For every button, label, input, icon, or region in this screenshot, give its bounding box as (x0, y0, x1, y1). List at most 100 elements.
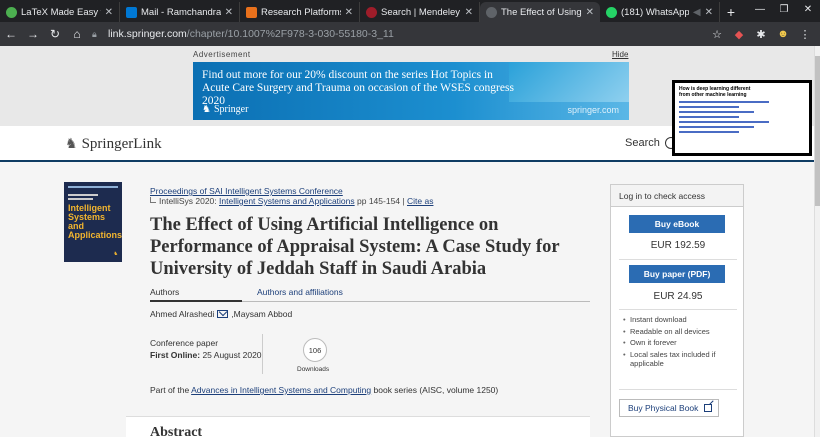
springer-favicon-icon (486, 6, 497, 18)
audio-tab-icon[interactable]: ◀ (693, 7, 701, 18)
browser-tab-springer[interactable]: The Effect of Using Artific ✕ (480, 2, 600, 22)
proceedings-link[interactable]: Proceedings of SAI Intelligent Systems C… (150, 186, 343, 196)
browser-tab-overleaf[interactable]: LaTeX Made Easy with Ove ✕ (0, 2, 120, 22)
tab-title: (181) WhatsApp (621, 6, 689, 18)
whatsapp-favicon-icon (606, 6, 617, 18)
picture-in-picture-preview[interactable]: How is deep learning different from othe… (672, 80, 812, 156)
restore-icon[interactable]: ❐ (772, 0, 796, 18)
scrollbar-thumb[interactable] (815, 56, 820, 206)
tab-authors[interactable]: Authors (150, 287, 179, 297)
buy-ebook-button[interactable]: Buy eBook (629, 215, 725, 233)
close-tab-icon[interactable]: ✕ (586, 7, 594, 18)
window-controls: — ❐ ✕ (748, 0, 820, 18)
hide-ad-link[interactable]: Hide (612, 50, 628, 59)
close-tab-icon[interactable]: ✕ (345, 7, 353, 18)
downloads-label: Downloads (297, 366, 330, 373)
close-tab-icon[interactable]: ✕ (225, 7, 233, 18)
metrics-divider (262, 334, 263, 374)
browser-tab-mendeley[interactable]: Search | Mendeley ✕ (360, 2, 480, 22)
email-envelope-icon[interactable] (217, 310, 229, 318)
ad-banner[interactable]: Find out more for our 20% discount on th… (193, 62, 629, 120)
divider (619, 309, 737, 310)
buy-paper-button[interactable]: Buy paper (PDF) (629, 265, 725, 283)
tab-title: Mail - Ramchandra Mangrv (141, 6, 221, 18)
benefit-item: Readable on all devices (623, 327, 741, 337)
url-path: /chapter/10.1007%2F978-3-030-55180-3_11 (186, 28, 394, 40)
pip-line (679, 116, 739, 118)
mendeley-favicon-icon (366, 6, 377, 18)
outlook-favicon-icon (126, 6, 137, 18)
browser-window: LaTeX Made Easy with Ove ✕ Mail - Ramcha… (0, 0, 820, 437)
abstract-heading: Abstract (150, 425, 203, 437)
pip-title: How is deep learning different from othe… (679, 86, 751, 98)
menu-kebab-icon[interactable]: ⋮ (794, 25, 816, 43)
external-link-icon (704, 404, 713, 412)
profile-icon[interactable]: ☻ (772, 25, 794, 43)
forward-arrow-icon[interactable]: → (22, 23, 44, 45)
cite-as-link[interactable]: Cite as (407, 196, 433, 206)
browser-tab-whatsapp[interactable]: (181) WhatsApp ◀ ✕ (600, 2, 720, 22)
puzzle-extensions-icon[interactable]: ✱ (750, 25, 772, 43)
tab-title: Research Platforms | Scopus (261, 6, 341, 18)
close-window-icon[interactable]: ✕ (796, 0, 820, 18)
author-list: Ahmed Alrashedi , Maysam Abbod (150, 309, 292, 319)
ad-brand-name: Springer (213, 104, 249, 115)
series-suffix: book series (AISC, volume 1250) (373, 385, 499, 395)
close-tab-icon[interactable]: ✕ (705, 7, 713, 18)
page-range: pp 145-154 | (357, 196, 405, 206)
browser-tab-mail[interactable]: Mail - Ramchandra Mangrv ✕ (120, 2, 240, 22)
tab-title: LaTeX Made Easy with Ove (21, 6, 101, 18)
divider (619, 259, 737, 260)
book-series-info: Part of the Advances in Intelligent Syst… (150, 385, 498, 395)
page-scrollbar[interactable] (814, 46, 820, 437)
first-online-date: 25 August 2020 (202, 350, 262, 360)
springer-horse-icon: ♞ (202, 104, 211, 115)
page-title: The Effect of Using Artificial Intellige… (150, 215, 560, 279)
toolbar-actions: ☆ ◆ ✱ ☻ ⋮ (706, 25, 816, 43)
overleaf-favicon-icon (6, 6, 17, 18)
author-tabs: Authors Authors and affiliations (150, 287, 590, 302)
header-search[interactable]: Search (625, 137, 677, 149)
cover-stripe (68, 198, 93, 200)
access-header[interactable]: Log in to check access (611, 185, 743, 207)
cover-springer-icon: ♞ (113, 251, 118, 257)
main-content: Intelligent Systems and Applications ♞ P… (0, 162, 814, 437)
cover-stripe (68, 194, 98, 196)
home-icon[interactable]: ⌂ (66, 23, 88, 45)
url-host: link.springer.com (108, 28, 187, 40)
abstract-section: Abstract (126, 416, 590, 437)
tab-authors-affiliations[interactable]: Authors and affiliations (257, 287, 343, 297)
close-tab-icon[interactable]: ✕ (465, 7, 473, 18)
active-tab-underline (150, 300, 242, 302)
springer-horse-icon: ♞ (65, 137, 78, 152)
author-name[interactable]: Maysam Abbod (234, 309, 293, 319)
book-cover[interactable]: Intelligent Systems and Applications ♞ (64, 182, 122, 262)
cover-stripe (68, 186, 118, 188)
address-bar[interactable]: 🔒︎ link.springer.com/chapter/10.1007%2F9… (92, 25, 692, 43)
pip-line (679, 121, 769, 123)
purchase-sidebar: Log in to check access Buy eBook EUR 192… (610, 184, 744, 437)
conference-breadcrumb: IntelliSys 2020: Intelligent Systems and… (150, 196, 433, 206)
buy-physical-book-button[interactable]: Buy Physical Book (619, 399, 719, 417)
series-link[interactable]: Advances in Intelligent Systems and Comp… (191, 385, 371, 395)
ad-brand: ♞ Springer (202, 104, 248, 115)
browser-tab-scopus[interactable]: Research Platforms | Scopus ✕ (240, 2, 360, 22)
pip-line (679, 106, 739, 108)
logo-springer: Springer (81, 136, 134, 152)
author-name[interactable]: Ahmed Alrashedi (150, 309, 214, 319)
reload-icon[interactable]: ↻ (44, 23, 66, 45)
springerlink-logo[interactable]: ♞ Springer Link (65, 136, 162, 153)
extension-icon[interactable]: ◆ (728, 25, 750, 43)
back-arrow-icon[interactable]: ← (0, 23, 22, 45)
conference-book-link[interactable]: Intelligent Systems and Applications (219, 196, 355, 206)
benefit-item: Own it forever (623, 338, 741, 348)
buy-physical-label: Buy Physical Book (628, 403, 699, 413)
minimize-icon[interactable]: — (748, 0, 772, 18)
bookmark-star-icon[interactable]: ☆ (706, 25, 728, 43)
search-label: Search (625, 137, 660, 149)
conf-prefix: IntelliSys 2020: (159, 196, 217, 206)
tab-strip: LaTeX Made Easy with Ove ✕ Mail - Ramcha… (0, 0, 820, 22)
close-tab-icon[interactable]: ✕ (105, 7, 113, 18)
new-tab-button[interactable]: + (720, 2, 742, 22)
lock-icon: 🔒︎ (92, 28, 97, 39)
